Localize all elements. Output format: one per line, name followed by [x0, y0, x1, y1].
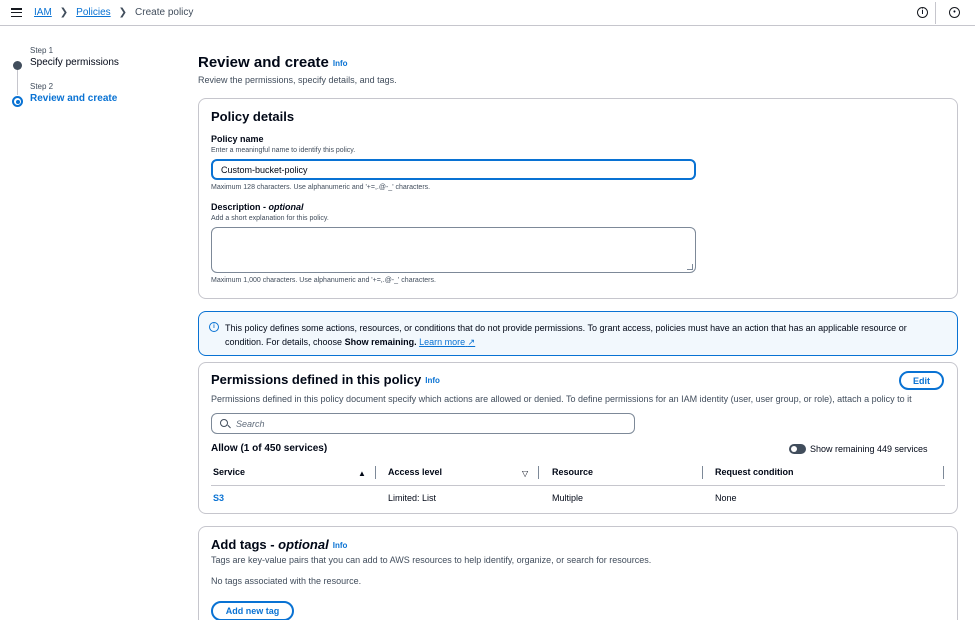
edit-button[interactable]: Edit: [899, 371, 944, 390]
table-header-divider: [211, 485, 945, 486]
policy-name-input[interactable]: Custom-bucket-policy: [211, 159, 696, 180]
info-alert: i This policy defines some actions, reso…: [198, 311, 958, 356]
chevron-right-icon: ❯: [118, 7, 128, 18]
description-label: Description - optional: [211, 202, 304, 212]
notifications-icon[interactable]: •: [949, 7, 960, 18]
column-header-access-level[interactable]: Access level: [388, 467, 442, 477]
optional-text: optional: [268, 202, 304, 212]
info-link[interactable]: Info: [425, 376, 440, 385]
permissions-description: Permissions defined in this policy docum…: [211, 394, 912, 404]
add-new-tag-button[interactable]: Add new tag: [211, 601, 294, 620]
search-placeholder: Search: [236, 419, 265, 429]
step-2: Step 2 Review and create: [30, 82, 117, 104]
info-icon: i: [209, 322, 219, 332]
info-icon[interactable]: i: [917, 7, 928, 18]
search-input[interactable]: Search: [211, 413, 635, 434]
step-2-indicator: [12, 96, 23, 107]
breadcrumb: IAM ❯ Policies ❯ Create policy: [34, 7, 193, 18]
panel-title: Policy details: [211, 109, 295, 124]
description-hint: Add a short explanation for this policy.: [211, 215, 329, 222]
breadcrumb-current: Create policy: [135, 7, 194, 18]
request-condition-cell: None: [715, 493, 737, 503]
alert-message: This policy defines some actions, resour…: [225, 323, 907, 347]
no-tags-text: No tags associated with the resource.: [211, 576, 362, 586]
show-remaining-toggle[interactable]: [789, 444, 806, 454]
column-header-service[interactable]: Service: [213, 467, 245, 477]
policy-name-label: Policy name: [211, 134, 264, 144]
column-divider[interactable]: [943, 466, 944, 479]
panel-title: Permissions defined in this policy Info: [211, 372, 440, 387]
divider: [935, 2, 936, 24]
column-header-request-condition[interactable]: Request condition: [715, 467, 794, 477]
step-1[interactable]: Step 1 Specify permissions: [30, 46, 119, 68]
learn-more-link[interactable]: Learn more ↗: [419, 337, 475, 347]
service-link[interactable]: S3: [213, 493, 224, 503]
access-level-cell: Limited: List: [388, 493, 437, 503]
policy-name-hint: Enter a meaningful name to identify this…: [211, 147, 356, 154]
resource-cell: Multiple: [552, 493, 584, 503]
step-number: Step 1: [30, 46, 54, 55]
step-number: Step 2: [30, 82, 54, 91]
step-1-indicator: [13, 61, 22, 70]
permissions-title: Permissions defined in this policy: [211, 372, 422, 387]
sort-descending-icon[interactable]: ▽: [522, 469, 528, 478]
info-link[interactable]: Info: [333, 59, 348, 68]
description-constraint: Maximum 1,000 characters. Use alphanumer…: [211, 277, 436, 284]
column-divider[interactable]: [375, 466, 376, 479]
policy-details-panel: Policy details Policy name Enter a meani…: [198, 98, 958, 299]
page-title: Review and create Info: [198, 54, 348, 71]
tags-panel: Add tags - optional Info Tags are key-val…: [198, 526, 958, 620]
description-label-text: Description -: [211, 202, 269, 212]
description-textarea[interactable]: [211, 227, 696, 273]
breadcrumb-policies[interactable]: Policies: [76, 7, 110, 18]
step-connector: [17, 70, 18, 95]
learn-more-text: Learn more: [419, 337, 466, 347]
column-header-resource[interactable]: Resource: [552, 467, 593, 477]
column-divider[interactable]: [538, 466, 539, 479]
tags-description: Tags are key-value pairs that you can ad…: [211, 555, 652, 565]
page-title-text: Review and create: [198, 54, 329, 71]
resize-handle-icon[interactable]: [687, 264, 693, 270]
alert-text: This policy defines some actions, resour…: [225, 321, 945, 349]
breadcrumb-iam[interactable]: IAM: [34, 7, 52, 18]
info-link[interactable]: Info: [333, 541, 348, 550]
search-icon: [220, 419, 228, 427]
external-link-icon: ↗: [467, 337, 476, 347]
chevron-right-icon: ❯: [59, 7, 69, 18]
policy-name-constraint: Maximum 128 characters. Use alphanumeric…: [211, 184, 431, 191]
page-description: Review the permissions, specify details,…: [198, 75, 397, 85]
toggle-label: Show remaining 449 services: [810, 444, 928, 454]
tags-title: Add tags -: [211, 537, 279, 552]
panel-title: Add tags - optional Info: [211, 537, 347, 552]
policy-name-value: Custom-bucket-policy: [221, 164, 308, 175]
sort-ascending-icon[interactable]: ▲: [358, 469, 366, 478]
permissions-panel: Permissions defined in this policy Info E…: [198, 362, 958, 514]
top-navigation: IAM ❯ Policies ❯ Create policy i •: [0, 0, 975, 26]
menu-icon[interactable]: [11, 8, 22, 18]
alert-bold: Show remaining.: [344, 337, 417, 347]
column-divider[interactable]: [702, 466, 703, 479]
step-title: Review and create: [30, 93, 118, 104]
step-title: Specify permissions: [30, 57, 119, 68]
optional-text: optional: [278, 537, 329, 552]
allow-title: Allow (1 of 450 services): [211, 443, 328, 454]
